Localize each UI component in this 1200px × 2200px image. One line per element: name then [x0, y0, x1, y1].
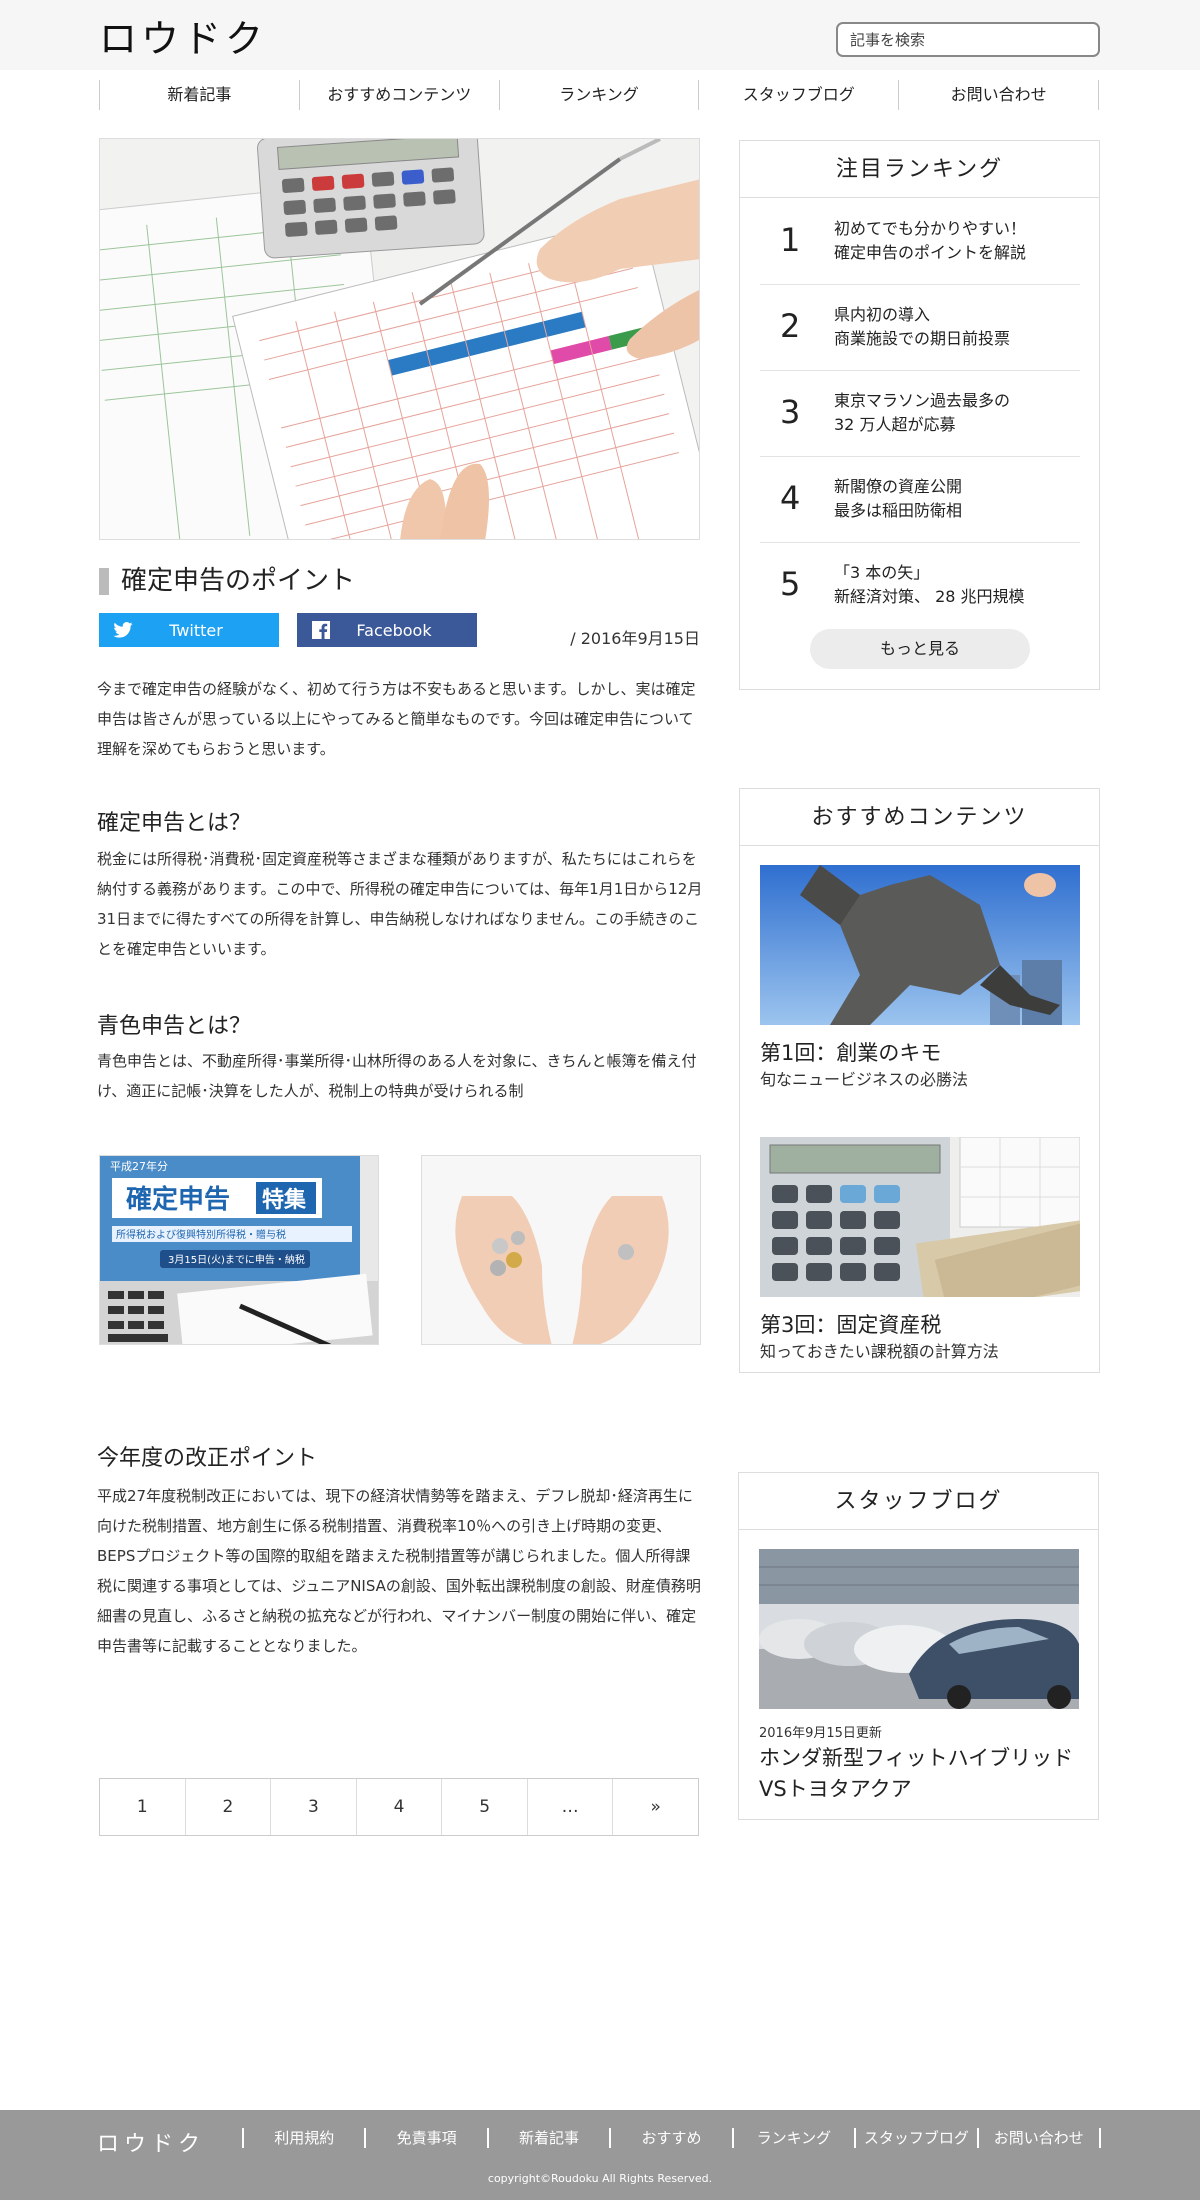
section-heading-aoiro: 青色申告とは？: [97, 1014, 252, 1039]
businessman-jump-photo[interactable]: [760, 865, 1080, 1025]
global-nav: 新着記事 おすすめコンテンツ ランキング スタッフブログ お問い合わせ: [99, 80, 1099, 110]
section-heading-kakutei: 確定申告とは？: [97, 811, 252, 836]
pagination: 1 2 3 4 5 … »: [99, 1778, 699, 1836]
laptop-tax-photo: 平成27年分 確定申告 特集 所得税および復興特別所得税・贈与税 3月15日(火…: [99, 1155, 379, 1345]
section-body-kakutei: 税金には所得税･消費税･固定資産税等さまざまな種類がありますが、私たちにはこれら…: [97, 850, 703, 958]
page-3-link[interactable]: 3: [271, 1779, 357, 1835]
recommend-card-title[interactable]: 第3回：固定資産税: [760, 1309, 941, 1339]
more-ranking-button[interactable]: もっと見る: [810, 629, 1030, 669]
facebook-icon: [309, 620, 333, 640]
recommend-title: おすすめコンテンツ: [739, 788, 1100, 846]
recommend-card-subtitle: 知っておきたい課税額の計算方法: [760, 1342, 999, 1361]
photo-deadline-text: 3月15日(火)までに申告・納税: [168, 1253, 305, 1266]
page-5-link[interactable]: 5: [442, 1779, 528, 1835]
twitter-label: Twitter: [169, 620, 223, 640]
rank-text: 県内初の導入 商業施設での期日前投票: [834, 305, 1011, 348]
ranking-item[interactable]: 4 新閣僚の資産公開 最多は稲田防衛相: [760, 457, 1080, 543]
twitter-share-button[interactable]: Twitter: [99, 613, 279, 647]
page-ellipsis: …: [528, 1779, 614, 1835]
rank-text: 新閣僚の資産公開 最多は稲田防衛相: [834, 477, 963, 520]
ranking-widget: 注目ランキング 1 初めてでも分かりやすい！ 確定申告のポイントを解説 2 県内初…: [739, 140, 1100, 690]
article-title: 確定申告のポイント: [99, 565, 355, 597]
rank-number: 5: [780, 565, 801, 603]
section-body-kaisei: 平成27年度税制改正においては、現下の経済状情勢等を踏まえ、デフレ脱却･経済再生…: [97, 1487, 701, 1655]
photo-title-text: 確定申告: [126, 1184, 230, 1215]
site-logo[interactable]: ロウドク: [99, 8, 267, 63]
search-input[interactable]: [836, 22, 1100, 57]
nav-item-staff-blog[interactable]: スタッフブログ: [699, 80, 900, 110]
rank-number: 4: [780, 479, 801, 517]
calculator-money-photo[interactable]: [760, 1137, 1080, 1297]
rank-number: 2: [780, 307, 801, 345]
recommend-card-subtitle: 旬なニュービジネスの必勝法: [760, 1070, 969, 1089]
ranking-item[interactable]: 5 「3 本の矢」 新経済対策、 28 兆円規模: [760, 543, 1080, 629]
recommend-card-title[interactable]: 第1回：創業のキモ: [760, 1037, 941, 1067]
page-2-link[interactable]: 2: [186, 1779, 272, 1835]
rank-text: 「3 本の矢」 新経済対策、 28 兆円規模: [834, 563, 1025, 606]
next-page-button[interactable]: »: [613, 1779, 698, 1835]
ranking-title: 注目ランキング: [739, 140, 1100, 198]
blog-post-date: 2016年9月15日更新: [759, 1726, 882, 1741]
footer-link-ranking[interactable]: ランキング: [734, 2128, 857, 2148]
footer-link-staff-blog[interactable]: スタッフブログ: [856, 2128, 979, 2148]
facebook-label: Facebook: [356, 620, 432, 640]
rank-text: 東京マラソン過去最多の 32 万人超が応募: [834, 391, 1011, 434]
photo-subtitle-text: 所得税および復興特別所得税・贈与税: [116, 1228, 286, 1241]
nav-item-contact[interactable]: お問い合わせ: [899, 80, 1099, 110]
section-heading-kaisei: 今年度の改正ポイント: [97, 1446, 318, 1471]
footer-nav: 利用規約 免責事項 新着記事 おすすめ ランキング スタッフブログ お問い合わせ: [242, 2128, 1101, 2148]
photo-highlight-text: 特集: [262, 1187, 307, 1213]
rank-number: 3: [780, 393, 801, 431]
footer-link-contact[interactable]: お問い合わせ: [979, 2128, 1101, 2148]
section-body-aoiro: 青色申告とは、不動産所得･事業所得･山林所得のある人を対象に、きちんと帳簿を備え…: [97, 1052, 697, 1100]
ranking-item[interactable]: 1 初めてでも分かりやすい！ 確定申告のポイントを解説: [760, 199, 1080, 285]
twitter-icon: [111, 620, 135, 640]
staff-blog-title: スタッフブログ: [738, 1472, 1099, 1530]
hero-image: [99, 138, 700, 540]
coins-in-hands-photo: [421, 1155, 701, 1345]
facebook-share-button[interactable]: Facebook: [297, 613, 477, 647]
blog-post-title[interactable]: ホンダ新型フィットハイブリッド VSトヨタアクア: [759, 1743, 1073, 1805]
nav-item-recommended[interactable]: おすすめコンテンツ: [300, 80, 500, 110]
copyright: copyright©Roudoku All Rights Reserved.: [487, 2172, 713, 2185]
page-4-link[interactable]: 4: [357, 1779, 443, 1835]
article-intro: 今まで確定申告の経験がなく、初めて行う方は不安もあると思います。しかし、実は確定…: [97, 680, 696, 758]
photo-year-text: 平成27年分: [110, 1159, 168, 1173]
parked-cars-photo[interactable]: [759, 1549, 1079, 1709]
recommend-widget: おすすめコンテンツ 第1回：創業のキモ 旬なニュービジネスの必勝法 第3回：固定…: [739, 788, 1100, 1373]
site-footer: ロウドク 利用規約 免責事項 新着記事 おすすめ ランキング スタッフブログ お…: [0, 2110, 1200, 2200]
footer-link-disclaimer[interactable]: 免責事項: [366, 2128, 489, 2148]
ranking-item[interactable]: 3 東京マラソン過去最多の 32 万人超が応募: [760, 371, 1080, 457]
nav-item-new-articles[interactable]: 新着記事: [100, 80, 300, 110]
rank-number: 1: [780, 221, 801, 259]
site-header: ロウドク: [0, 0, 1200, 70]
post-date: / 2016年9月15日: [570, 629, 700, 648]
rank-text: 初めてでも分かりやすい！ 確定申告のポイントを解説: [834, 219, 1027, 262]
footer-link-new-articles[interactable]: 新着記事: [489, 2128, 612, 2148]
staff-blog-widget: スタッフブログ 2016年9月15日更新 ホンダ新型フィットハイブリッド VSト…: [738, 1472, 1099, 1820]
nav-item-ranking[interactable]: ランキング: [500, 80, 700, 110]
footer-link-recommended[interactable]: おすすめ: [611, 2128, 734, 2148]
page-1-link[interactable]: 1: [100, 1779, 186, 1835]
footer-logo[interactable]: ロウドク: [97, 2126, 205, 2158]
ranking-item[interactable]: 2 県内初の導入 商業施設での期日前投票: [760, 285, 1080, 371]
footer-link-terms[interactable]: 利用規約: [244, 2128, 367, 2148]
